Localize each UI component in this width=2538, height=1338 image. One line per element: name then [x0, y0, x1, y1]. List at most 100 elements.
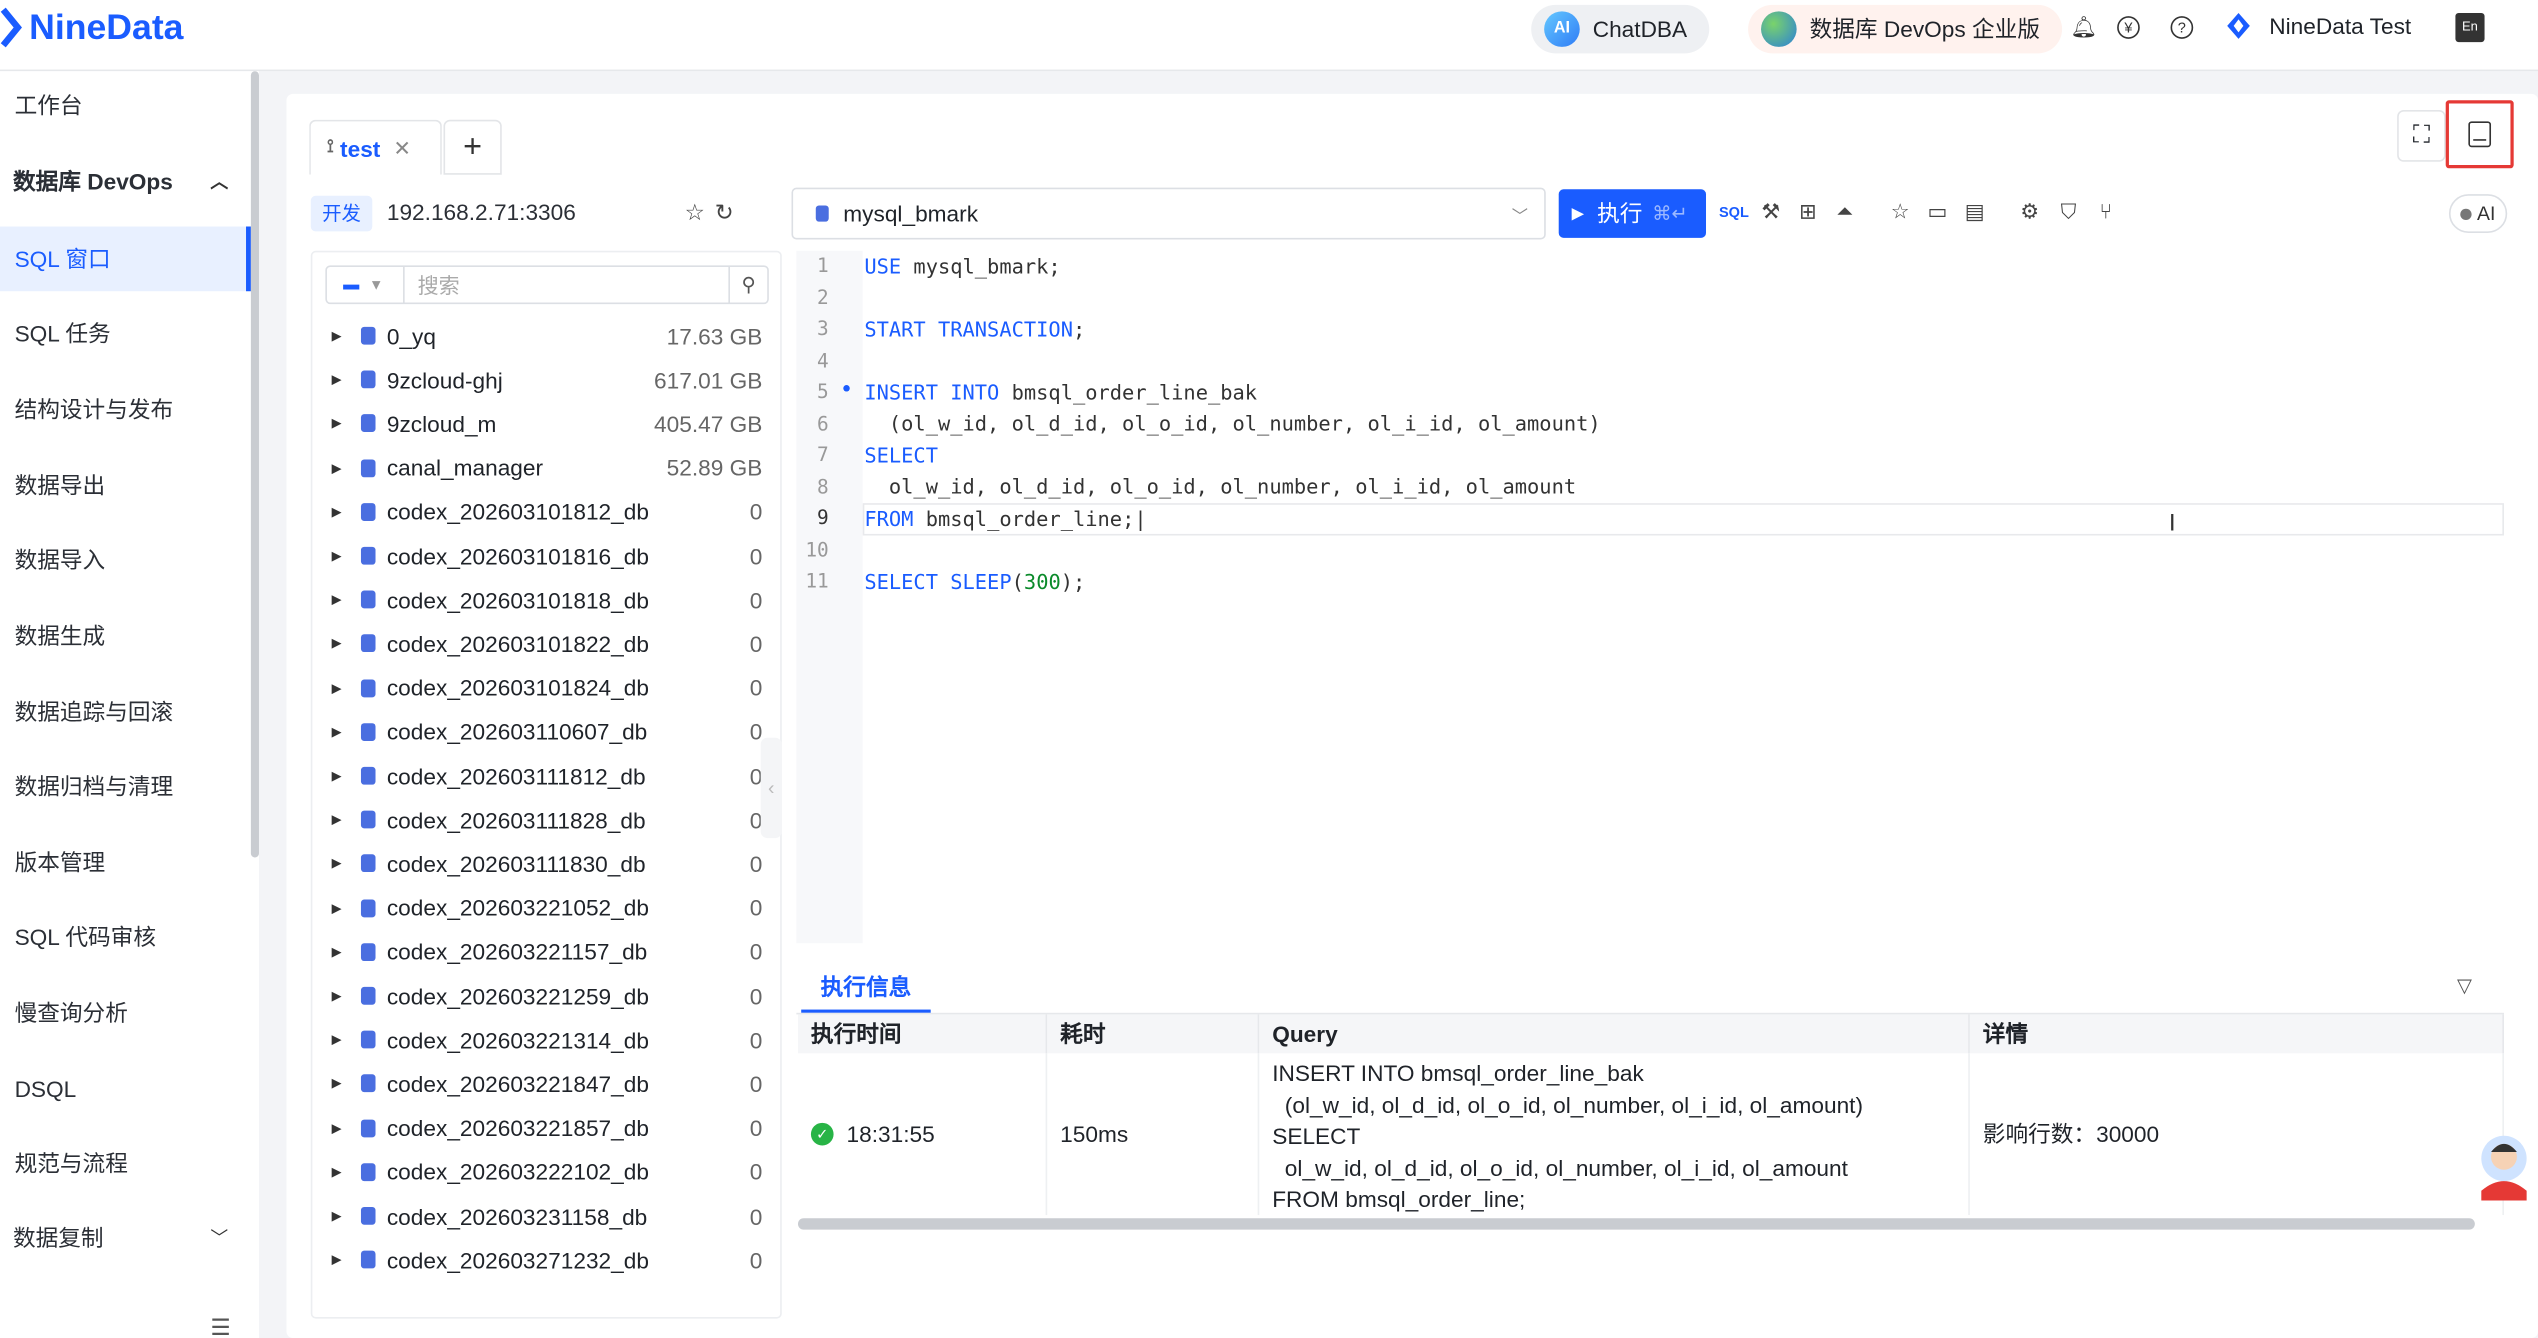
database-row[interactable]: ▶ codex_202603221857_db 0: [312, 1106, 780, 1150]
sidebar-item-data-export[interactable]: 数据导出: [0, 453, 251, 518]
database-row[interactable]: ▶ 9zcloud-ghj 617.01 GB: [312, 358, 780, 402]
sidebar-item-data-archive[interactable]: 数据归档与清理: [0, 754, 251, 819]
language-switch-icon[interactable]: En: [2455, 12, 2485, 43]
database-row[interactable]: ▶ codex_202603101824_db 0: [312, 666, 780, 710]
panel-splitter-handle[interactable]: ‹: [760, 737, 782, 839]
help-icon[interactable]: ?: [2170, 16, 2194, 39]
tab-execution-info[interactable]: 执行信息: [801, 964, 931, 1013]
expand-arrow-icon[interactable]: ▶: [312, 1033, 361, 1048]
side-panel-toggle-button[interactable]: [2445, 100, 2514, 169]
fullscreen-icon[interactable]: ⛶: [2397, 110, 2446, 162]
database-row[interactable]: ▶ codex_202603101816_db 0: [312, 534, 780, 578]
collapse-result-icon[interactable]: ▽: [2457, 974, 2472, 997]
sidebar-item-data-generate[interactable]: 数据生成: [0, 603, 251, 668]
ai-toggle[interactable]: AI: [2448, 194, 2508, 233]
database-row[interactable]: ▶ codex_202603222102_db 0: [312, 1150, 780, 1194]
object-type-select[interactable]: ▬ ▼: [327, 266, 405, 303]
star-icon[interactable]: ☆: [685, 199, 715, 225]
sidebar-item-standards[interactable]: 规范与流程: [0, 1131, 251, 1196]
database-row[interactable]: ▶ codex_202603221259_db 0: [312, 974, 780, 1018]
expand-arrow-icon[interactable]: ▶: [312, 372, 361, 387]
expand-arrow-icon[interactable]: ▶: [312, 1077, 361, 1092]
expand-arrow-icon[interactable]: ▶: [312, 504, 361, 519]
expand-arrow-icon[interactable]: ▶: [312, 592, 361, 607]
bell-icon[interactable]: 🔔︎: [2070, 15, 2097, 41]
sidebar-item-schema-design[interactable]: 结构设计与发布: [0, 377, 251, 442]
database-row[interactable]: ▶ codex_202603271232_db 0: [312, 1238, 780, 1282]
expand-arrow-icon[interactable]: ▶: [312, 945, 361, 960]
expand-arrow-icon[interactable]: ▶: [312, 636, 361, 651]
user-menu[interactable]: NineData Test: [2221, 8, 2411, 44]
sidebar-item-data-tracking[interactable]: 数据追踪与回滚: [0, 680, 251, 745]
expand-arrow-icon[interactable]: ▶: [312, 416, 361, 431]
search-input[interactable]: [404, 268, 729, 301]
database-row[interactable]: ▶ codex_202603101812_db 0: [312, 490, 780, 534]
expand-arrow-icon[interactable]: ▶: [312, 548, 361, 563]
expand-arrow-icon[interactable]: ▶: [312, 857, 361, 872]
explain-plan-icon[interactable]: ⊞: [1793, 197, 1822, 226]
expand-arrow-icon[interactable]: ▶: [312, 989, 361, 1004]
expand-arrow-icon[interactable]: ▶: [312, 812, 361, 827]
logo[interactable]: NineData: [0, 6, 183, 48]
database-row[interactable]: ▶ codex_202603111828_db 0: [312, 798, 780, 842]
folder-icon[interactable]: ▭: [1923, 197, 1952, 226]
chart-icon[interactable]: ⏶: [1831, 197, 1860, 226]
database-row[interactable]: ▶ codex_202603101818_db 0: [312, 578, 780, 622]
history-icon[interactable]: ▤: [1960, 197, 1989, 226]
database-row[interactable]: ▶ 9zcloud_m 405.47 GB: [312, 402, 780, 446]
sidebar-scrollbar[interactable]: [250, 71, 259, 858]
collapse-sidebar-icon[interactable]: ☰: [210, 1314, 230, 1338]
sidebar-item-slow-query[interactable]: 慢查询分析: [0, 980, 251, 1045]
database-row[interactable]: ▶ codex_202603221314_db 0: [312, 1018, 780, 1062]
refresh-icon[interactable]: ↻: [715, 199, 744, 225]
search-icon[interactable]: ⚲: [728, 266, 767, 303]
sidebar-group-devops[interactable]: 数据库 DevOps ︿: [0, 149, 251, 214]
line-number: 5: [817, 380, 829, 403]
sidebar-item-sql-review[interactable]: SQL 代码审核: [0, 904, 251, 969]
shield-icon[interactable]: ⛉: [2054, 197, 2083, 226]
paint-brush-icon[interactable]: ⚒: [1756, 197, 1785, 226]
expand-arrow-icon[interactable]: ▶: [312, 680, 361, 695]
sidebar-item-sql-task[interactable]: SQL 任务: [0, 301, 251, 366]
branch-icon[interactable]: ⑂: [2091, 197, 2120, 226]
sql-format-icon[interactable]: SQL: [1719, 197, 1749, 226]
sidebar-item-dsql[interactable]: DSQL: [0, 1056, 251, 1121]
expand-arrow-icon[interactable]: ▶: [312, 1209, 361, 1224]
run-button[interactable]: ▶ 执行 ⌘↵: [1558, 189, 1707, 238]
expand-arrow-icon[interactable]: ▶: [312, 460, 361, 475]
database-row[interactable]: ▶ canal_manager 52.89 GB: [312, 446, 780, 490]
expand-arrow-icon[interactable]: ▶: [312, 1165, 361, 1180]
sidebar-item-workbench[interactable]: 工作台: [0, 73, 251, 138]
expand-arrow-icon[interactable]: ▶: [312, 724, 361, 739]
favorite-icon[interactable]: ☆: [1886, 197, 1915, 226]
result-horizontal-scrollbar[interactable]: [797, 1218, 2475, 1230]
expand-arrow-icon[interactable]: ▶: [312, 328, 361, 343]
sidebar-group-replication[interactable]: 数据复制 ﹀: [0, 1205, 251, 1270]
database-row[interactable]: ▶ codex_202603221157_db 0: [312, 930, 780, 974]
database-row[interactable]: ▶ codex_202603221847_db 0: [312, 1062, 780, 1106]
database-row[interactable]: ▶ codex_202603101822_db 0: [312, 622, 780, 666]
database-row[interactable]: ▶ 0_yq 17.63 GB: [312, 314, 780, 358]
database-row[interactable]: ▶ codex_202603110607_db 0: [312, 710, 780, 754]
devops-edition-button[interactable]: 数据库 DevOps 企业版: [1748, 4, 2063, 54]
close-icon[interactable]: ✕: [393, 135, 411, 161]
sidebar-item-sql-window[interactable]: SQL 窗口: [0, 226, 251, 292]
database-row[interactable]: ▶ codex_202603111812_db 0: [312, 754, 780, 798]
yen-icon[interactable]: ¥: [2117, 16, 2140, 39]
database-row[interactable]: ▶ codex_202603111830_db 0: [312, 842, 780, 886]
database-select[interactable]: mysql_bmark ﹀: [791, 187, 1546, 240]
tab-test[interactable]: ⟟ test ✕: [309, 119, 442, 175]
add-tab-button[interactable]: +: [443, 119, 502, 175]
expand-arrow-icon[interactable]: ▶: [312, 1121, 361, 1136]
expand-arrow-icon[interactable]: ▶: [312, 769, 361, 784]
database-row[interactable]: ▶ codex_202603231158_db 0: [312, 1194, 780, 1238]
chatdba-button[interactable]: AI ChatDBA: [1531, 4, 1710, 54]
database-row[interactable]: ▶ codex_202603221052_db 0: [312, 886, 780, 930]
sidebar-item-data-import[interactable]: 数据导入: [0, 527, 251, 592]
expand-arrow-icon[interactable]: ▶: [312, 1253, 361, 1268]
settings-icon[interactable]: ⚙: [2015, 197, 2044, 226]
sidebar-item-version[interactable]: 版本管理: [0, 830, 251, 895]
sql-editor[interactable]: 1 2 3 4 5 6 7 8 9 10 11 USE mysql_bmark; START TRA…: [796, 250, 2504, 944]
support-avatar-icon[interactable]: [2472, 1129, 2537, 1203]
expand-arrow-icon[interactable]: ▶: [312, 901, 361, 916]
